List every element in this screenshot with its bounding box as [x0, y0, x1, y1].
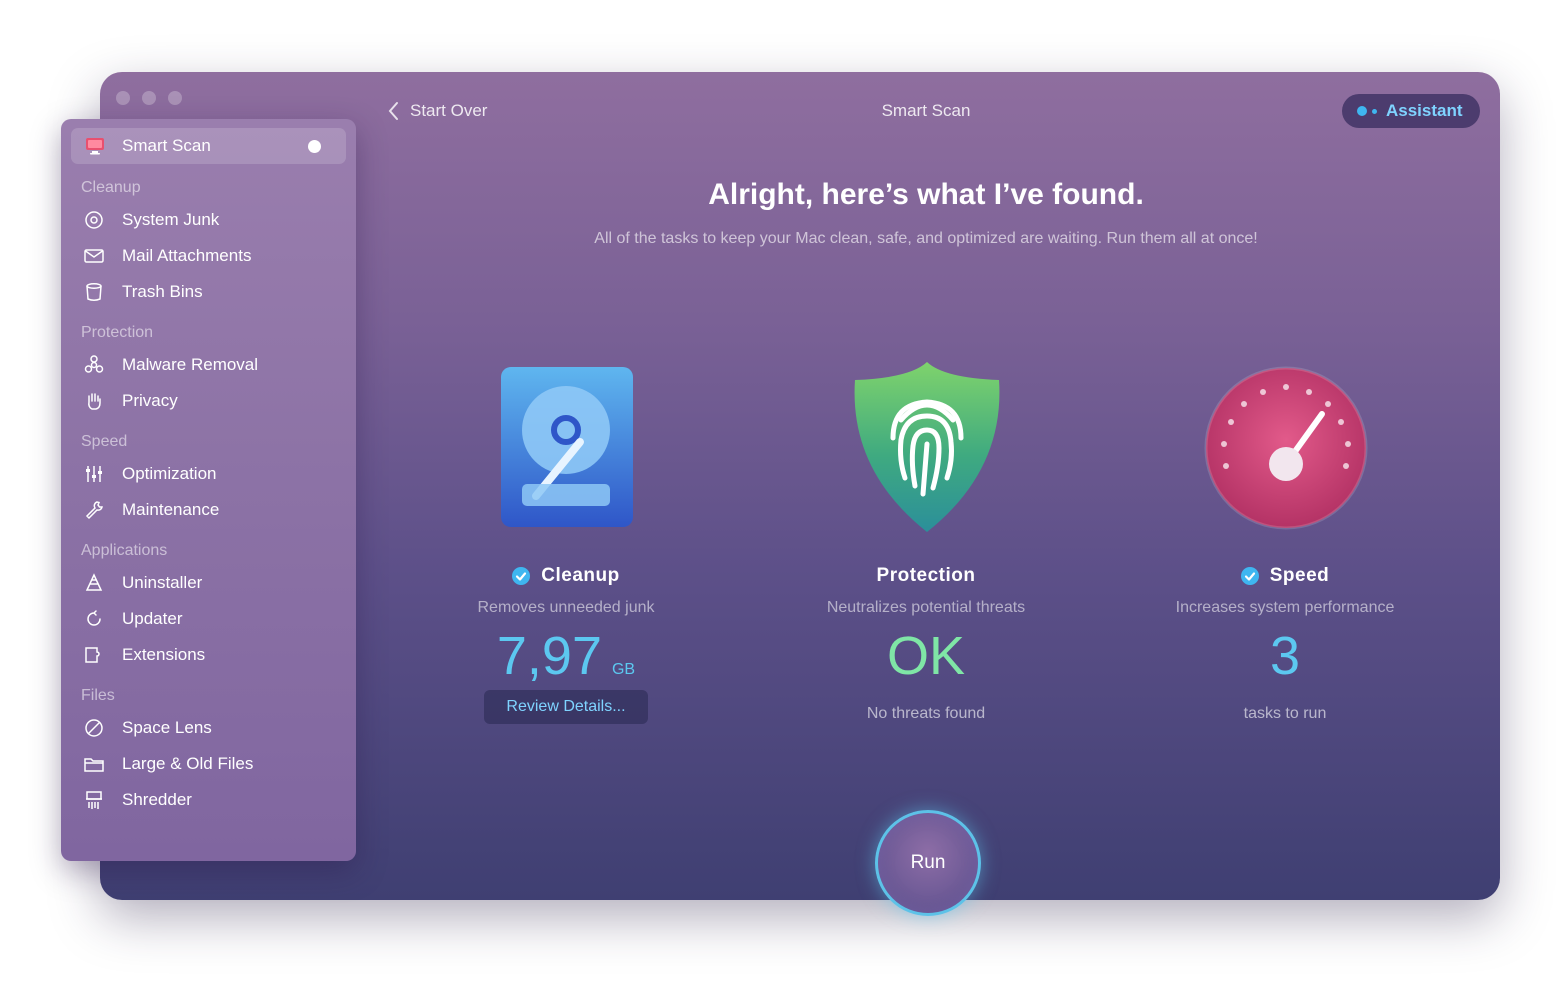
- speed-description: Increases system performance: [1175, 599, 1395, 616]
- sidebar-item-malware-removal[interactable]: Malware Removal: [83, 351, 258, 379]
- protection-title: Protection: [876, 565, 976, 586]
- close-window-button[interactable]: [116, 91, 130, 105]
- sidebar-item-label: Extensions: [122, 645, 206, 664]
- speed-note: tasks to run: [1243, 705, 1327, 722]
- page-title: Alright, here’s what I’ve found.: [708, 178, 1144, 211]
- sidebar-item-optimization[interactable]: Optimization: [83, 460, 216, 488]
- hand-icon: [83, 390, 105, 412]
- sidebar-section-files: Files: [81, 687, 115, 704]
- assistant-dots-icon: [1357, 106, 1377, 116]
- sliders-icon: [83, 463, 105, 485]
- sidebar-item-label: Mail Attachments: [122, 246, 252, 265]
- protection-description: Neutralizes potential threats: [826, 599, 1026, 616]
- sidebar-item-label: Maintenance: [122, 500, 220, 519]
- sidebar-item-large-old-files[interactable]: Large & Old Files: [83, 750, 253, 778]
- cleanup-value: 7,97: [496, 626, 602, 686]
- window-title: Smart Scan: [881, 101, 971, 120]
- sidebar-item-maintenance[interactable]: Maintenance: [83, 496, 219, 524]
- protection-note: No threats found: [866, 705, 986, 722]
- monitor-icon: [84, 135, 106, 157]
- speedometer-icon: [1204, 366, 1368, 530]
- sidebar-item-label: Privacy: [122, 391, 178, 410]
- sidebar-section-applications: Applications: [81, 542, 168, 559]
- speed-title: Speed: [1269, 565, 1330, 586]
- sidebar-item-label: Space Lens: [122, 718, 212, 737]
- assistant-button[interactable]: Assistant: [1342, 94, 1480, 128]
- wrench-icon: [83, 499, 105, 521]
- cleanup-title: Cleanup: [541, 565, 620, 586]
- sidebar-item-mail-attachments[interactable]: Mail Attachments: [83, 242, 251, 270]
- sidebar-section-speed: Speed: [81, 433, 128, 450]
- start-over-button[interactable]: Start Over: [386, 100, 487, 122]
- window-controls: [116, 91, 182, 105]
- status-dot: [308, 140, 321, 153]
- zoom-window-button[interactable]: [168, 91, 182, 105]
- sidebar-item-shredder[interactable]: Shredder: [83, 786, 192, 814]
- space-lens-icon: [83, 717, 105, 739]
- sidebar-item-label: Large & Old Files: [122, 754, 254, 773]
- sidebar-item-label: System Junk: [122, 210, 220, 229]
- mail-icon: [83, 245, 105, 267]
- sidebar-item-privacy[interactable]: Privacy: [83, 387, 178, 415]
- speed-title-row: Speed: [1105, 565, 1465, 587]
- trash-icon: [83, 281, 105, 303]
- cleanup-value-row: 7,97 GB: [386, 625, 746, 687]
- sidebar-item-system-junk[interactable]: System Junk: [83, 206, 219, 234]
- sidebar-item-label: Smart Scan: [122, 136, 211, 155]
- sidebar-item-label: Trash Bins: [122, 282, 203, 301]
- sidebar-item-uninstaller[interactable]: Uninstaller: [83, 569, 202, 597]
- folder-icon: [83, 753, 105, 775]
- cleanup-description: Removes unneeded junk: [477, 599, 655, 616]
- chevron-left-icon: [386, 100, 402, 122]
- assistant-label: Assistant: [1386, 101, 1463, 120]
- start-over-label: Start Over: [410, 101, 488, 120]
- updater-icon: [83, 608, 105, 630]
- sidebar-item-trash-bins[interactable]: Trash Bins: [83, 278, 203, 306]
- sidebar-item-smart-scan[interactable]: Smart Scan: [71, 128, 346, 164]
- sidebar-section-protection: Protection: [81, 324, 154, 341]
- cleanup-title-row: Cleanup: [386, 565, 746, 587]
- check-icon: [512, 567, 531, 585]
- extensions-icon: [83, 644, 105, 666]
- uninstaller-icon: [83, 572, 105, 594]
- cleanup-unit: GB: [611, 661, 636, 678]
- sidebar-section-cleanup: Cleanup: [81, 179, 141, 196]
- check-icon: [1240, 567, 1259, 585]
- sidebar-item-label: Uninstaller: [122, 573, 203, 592]
- speed-value: 3: [1269, 626, 1301, 686]
- sidebar-item-extensions[interactable]: Extensions: [83, 641, 205, 669]
- page-subtitle: All of the tasks to keep your Mac clean,…: [594, 230, 1258, 247]
- minimize-window-button[interactable]: [142, 91, 156, 105]
- biohazard-icon: [83, 354, 105, 376]
- sidebar-item-label: Optimization: [122, 464, 217, 483]
- hard-drive-icon: [501, 367, 633, 527]
- sidebar-item-label: Updater: [122, 609, 183, 628]
- sidebar: Smart Scan Cleanup System Junk Mail Atta…: [61, 119, 356, 861]
- review-details-button[interactable]: Review Details...: [484, 690, 648, 724]
- sidebar-item-updater[interactable]: Updater: [83, 605, 182, 633]
- shield-fingerprint-icon: [854, 362, 1000, 532]
- system-junk-icon: [83, 209, 105, 231]
- sidebar-item-label: Shredder: [122, 790, 192, 809]
- run-button[interactable]: Run: [875, 810, 981, 916]
- shredder-icon: [83, 789, 105, 811]
- protection-value: OK: [886, 626, 966, 686]
- sidebar-item-label: Malware Removal: [122, 355, 259, 374]
- sidebar-item-space-lens[interactable]: Space Lens: [83, 714, 212, 742]
